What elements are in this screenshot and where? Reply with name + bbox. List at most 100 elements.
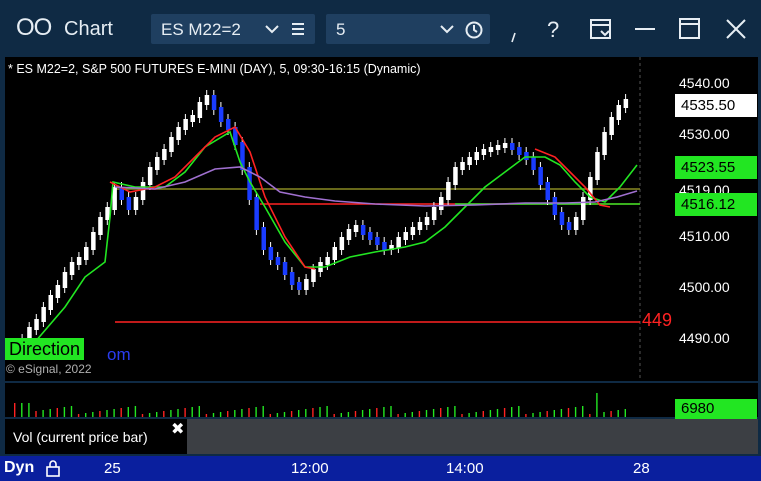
- candle-down: [524, 152, 529, 160]
- chevron-down-icon[interactable]: [438, 20, 456, 38]
- candle-up: [453, 167, 458, 185]
- price-tick: 4500.00: [679, 279, 730, 295]
- volume-bar: [418, 411, 421, 417]
- ma-red-line: [109, 125, 316, 270]
- candle-down: [268, 247, 274, 260]
- candle-down: [297, 282, 302, 290]
- clock-icon[interactable]: [464, 20, 484, 40]
- volume-bar: [184, 408, 186, 417]
- volume-bar: [134, 406, 137, 417]
- volume-bar: [503, 408, 506, 417]
- candle-up: [623, 99, 629, 108]
- candle-up: [616, 105, 621, 120]
- candle-up: [339, 237, 345, 250]
- candle-down: [226, 119, 231, 130]
- candles-group: [13, 90, 629, 359]
- candle-up: [396, 237, 401, 248]
- volume-bar: [113, 409, 115, 417]
- volume-bar: [525, 414, 527, 417]
- minimize-icon[interactable]: [633, 17, 657, 41]
- chart-window-icon[interactable]: OO: [16, 14, 52, 42]
- volume-bar: [539, 412, 541, 417]
- candle-up: [155, 157, 160, 170]
- volume-bar: [425, 410, 428, 417]
- chevron-down-icon[interactable]: [263, 20, 281, 38]
- volume-pane[interactable]: [5, 383, 673, 417]
- candle-up: [98, 217, 103, 235]
- page-menu-icon[interactable]: [589, 17, 613, 41]
- direction-label: Direction: [5, 338, 85, 360]
- volume-bar: [447, 407, 449, 417]
- volume-bar: [574, 407, 577, 417]
- time-axis[interactable]: Dyn 25 12:00 14:00 28: [0, 456, 761, 481]
- maximize-icon[interactable]: [678, 17, 702, 41]
- symbol-value: ES M22=2: [161, 20, 241, 39]
- close-icon[interactable]: [724, 17, 748, 41]
- candle-up: [176, 127, 181, 140]
- list-icon[interactable]: [289, 20, 307, 38]
- volume-bar: [276, 413, 279, 417]
- volume-bar: [326, 406, 328, 417]
- volume-bar: [56, 408, 58, 417]
- candle-down: [559, 212, 565, 225]
- volume-bar: [454, 406, 456, 417]
- price-chart-pane[interactable]: * ES M22=2, S&P 500 FUTURES E-MINI (DAY)…: [5, 57, 673, 381]
- candle-up: [55, 285, 61, 298]
- volume-bar: [219, 412, 222, 417]
- volume-bar: [198, 406, 200, 417]
- candle-up: [41, 307, 46, 322]
- volume-bar: [468, 413, 470, 417]
- candle-up: [353, 225, 359, 232]
- volume-bar: [596, 393, 598, 417]
- volume-bar: [546, 411, 548, 417]
- volume-bar: [624, 409, 626, 417]
- candle-down: [552, 197, 558, 215]
- price-tick: 4490.00: [679, 330, 730, 346]
- volume-bar: [518, 406, 520, 417]
- volume-study-tab[interactable]: Vol (current price bar) ✖: [5, 419, 187, 454]
- volume-bar: [148, 413, 151, 417]
- candlestick-chart[interactable]: [5, 57, 673, 381]
- candle-down: [375, 237, 380, 245]
- volume-bar: [92, 412, 94, 417]
- lock-icon[interactable]: [44, 458, 62, 478]
- volume-bar: [482, 411, 484, 417]
- candle-up: [446, 182, 451, 200]
- volume-bar: [283, 412, 286, 417]
- candle-up: [325, 257, 330, 265]
- price-axis[interactable]: 4540.00 4535.50 4530.00 4519.00 4523.55 …: [673, 57, 758, 381]
- volume-bar: [255, 407, 257, 417]
- dynamic-mode-label[interactable]: Dyn: [4, 459, 34, 477]
- draw-tool-icon[interactable]: [508, 30, 522, 44]
- volume-bar: [212, 413, 215, 417]
- help-icon[interactable]: ?: [543, 16, 567, 42]
- volume-bar: [361, 410, 364, 417]
- candle-up: [162, 149, 167, 160]
- volume-bar: [305, 409, 307, 417]
- volume-bar: [354, 411, 357, 417]
- candle-up: [48, 295, 53, 310]
- volume-bar: [290, 411, 293, 417]
- candle-down: [282, 262, 288, 275]
- candle-down: [211, 95, 217, 110]
- time-tick: 25: [104, 460, 121, 477]
- symbol-selector[interactable]: ES M22=2: [151, 14, 315, 44]
- candle-down: [545, 182, 550, 200]
- volume-bar: [298, 410, 300, 417]
- interval-selector[interactable]: 5: [326, 14, 490, 44]
- volume-bar: [475, 412, 477, 417]
- volume-bar: [617, 410, 619, 417]
- candle-up: [190, 115, 195, 122]
- green-price-label: 4516.12: [675, 193, 757, 216]
- candle-up: [183, 119, 188, 130]
- volume-bar: [156, 412, 158, 417]
- candle-up: [346, 229, 352, 240]
- candle-down: [126, 197, 132, 210]
- close-icon[interactable]: ✖: [171, 419, 184, 439]
- volume-bar: [496, 409, 499, 417]
- volume-bar: [42, 410, 44, 417]
- study-panel-background: [187, 419, 758, 454]
- candle-down: [218, 107, 224, 122]
- volume-bar: [411, 412, 413, 417]
- volume-study-label: Vol (current price bar): [13, 429, 148, 445]
